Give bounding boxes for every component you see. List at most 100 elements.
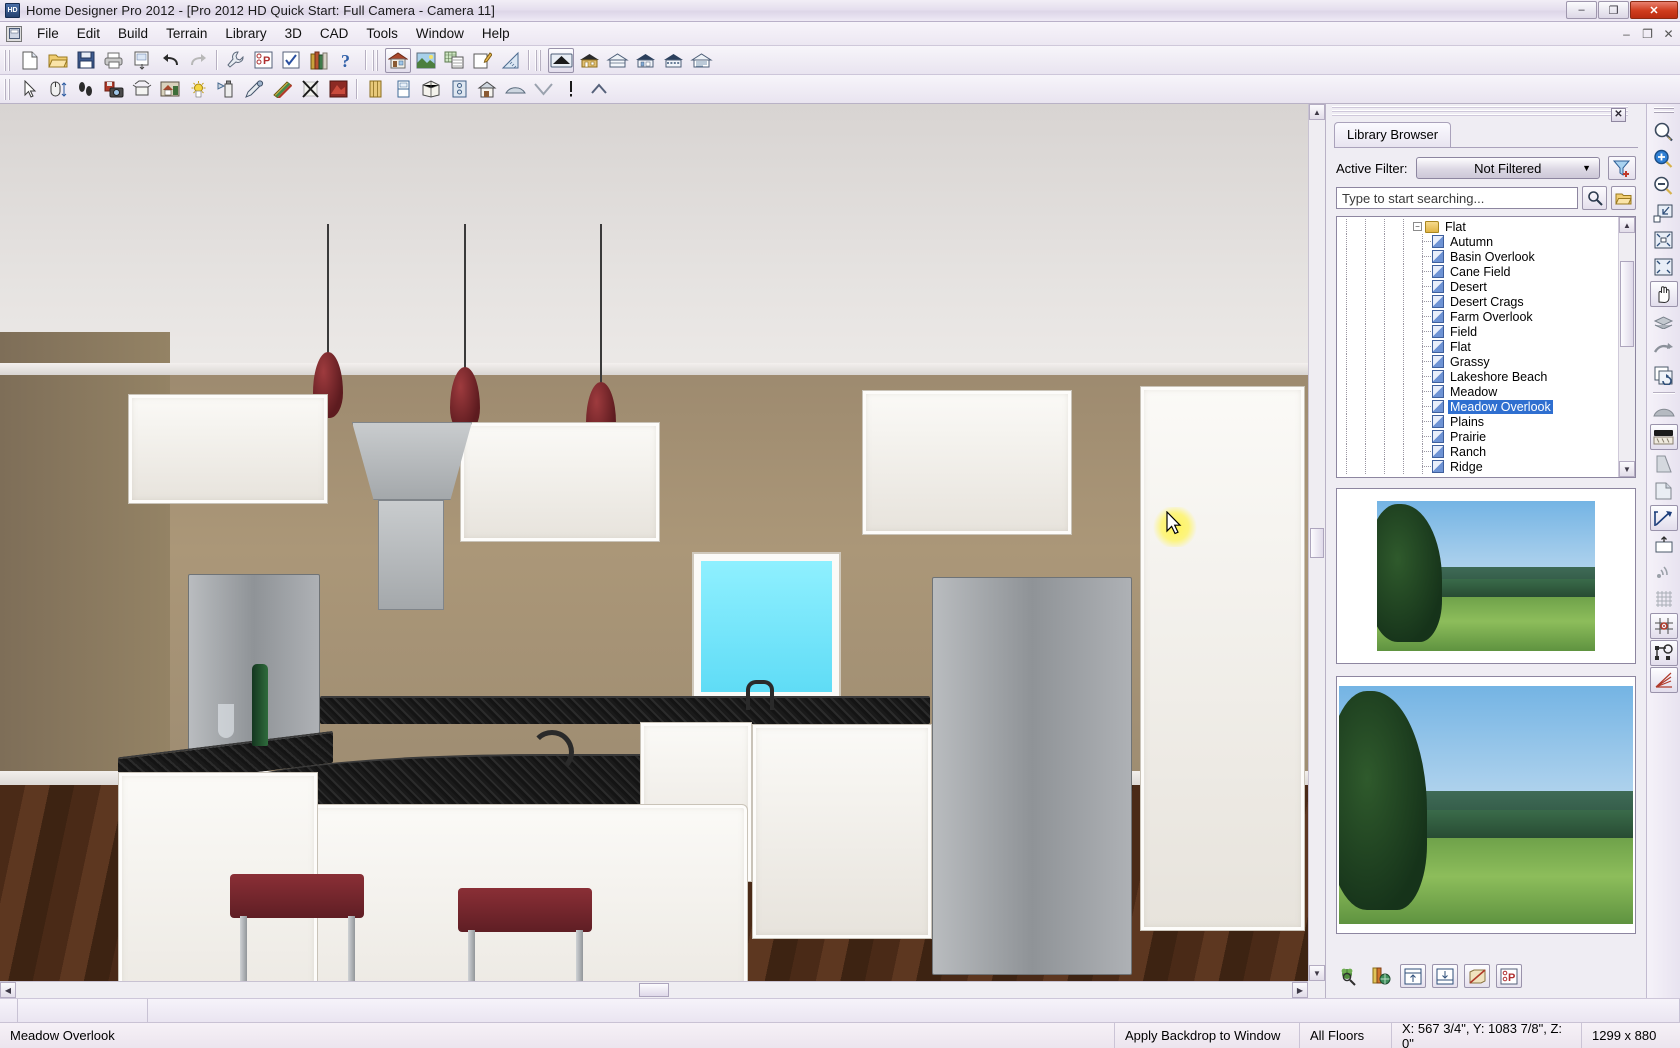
upper-cabinet-center[interactable] [460,422,660,542]
bar-stool-2[interactable] [458,888,592,932]
magnifier-icon[interactable] [1582,186,1607,210]
list-item[interactable]: Meadow [1337,384,1618,399]
floor-two-icon[interactable] [660,48,686,73]
checkbox-icon[interactable] [278,48,304,73]
dimension-arrow-icon[interactable] [1650,505,1678,531]
wall-icon[interactable] [362,77,388,102]
magnifier-plus-icon[interactable] [1650,146,1678,172]
preview-pane-icon[interactable] [1464,964,1490,988]
search-library-icon[interactable] [1336,964,1362,988]
fill-window-building-icon[interactable] [1650,227,1678,253]
print-preview-icon[interactable] [129,48,155,73]
magnifier-minus-icon[interactable] [1650,173,1678,199]
tree-node-flat-folder[interactable]: − Flat [1337,219,1618,234]
camera-save-icon[interactable] [101,77,127,102]
collapse-expander[interactable]: − [1413,222,1422,231]
light-box-icon[interactable] [129,77,155,102]
list-item[interactable]: Ranch [1337,444,1618,459]
list-item[interactable]: Basin Overlook [1337,249,1618,264]
list-item[interactable]: Ridge [1337,459,1618,474]
scroll-down-arrow[interactable]: ▼ [1309,965,1325,981]
menu-window[interactable]: Window [407,23,473,44]
menu-help[interactable]: Help [473,23,519,44]
object-properties-icon[interactable]: P [1496,964,1522,988]
menu-tools[interactable]: Tools [357,23,407,44]
mdi-restore-button[interactable]: ❐ [1639,26,1656,41]
horizontal-scroll-thumb[interactable] [639,983,669,997]
roof-gray-icon[interactable] [1650,397,1678,423]
spreadsheet-icon[interactable] [441,48,467,73]
floppy-disk-icon[interactable] [73,48,99,73]
delete-x-icon[interactable] [297,77,323,102]
grid-icon[interactable] [1650,586,1678,612]
refrigerator[interactable] [932,577,1132,975]
secondary-toolbar-grip[interactable] [4,79,12,100]
list-item[interactable]: Autumn [1337,234,1618,249]
printer-icon[interactable] [101,48,127,73]
notepad-pencil-icon[interactable] [469,48,495,73]
object-snap-icon[interactable] [1650,640,1678,666]
outlet-icon[interactable] [474,77,500,102]
zoom-extents-icon[interactable] [1650,254,1678,280]
tree-scroll-thumb[interactable] [1620,261,1634,347]
funnel-add-icon[interactable] [1608,156,1636,180]
library-panel-gripper[interactable]: ✕ [1332,106,1628,118]
bar-stool-1[interactable] [230,874,364,918]
house-foundation-icon[interactable] [576,48,602,73]
list-item[interactable]: Flat [1337,339,1618,354]
back-countertop[interactable] [320,696,930,724]
scroll-right-arrow[interactable]: ▶ [1292,982,1308,998]
menu-file[interactable]: File [28,23,68,44]
menu-build[interactable]: Build [109,23,157,44]
edit-toolbar-cell-3[interactable] [148,999,1680,1023]
new-document-icon[interactable] [17,48,43,73]
question-mark-icon[interactable]: ? [334,48,360,73]
toolbar-grip-2[interactable] [372,50,380,71]
floor-one-icon[interactable] [632,48,658,73]
mdi-close-button[interactable]: ✕ [1660,26,1677,41]
mdi-minimize-button[interactable]: – [1618,26,1635,41]
tall-pantry-cabinet[interactable] [1140,386,1305,931]
list-item[interactable]: Desert [1337,279,1618,294]
sink-faucet[interactable] [746,680,774,710]
magnifier-icon[interactable] [1650,119,1678,145]
swap-arrow-icon[interactable] [1650,335,1678,361]
list-item[interactable]: Grassy [1337,354,1618,369]
reference-list-icon[interactable] [688,48,714,73]
list-item[interactable]: Plains [1337,414,1618,429]
attic-icon[interactable] [604,48,630,73]
open-folder-icon[interactable] [45,48,71,73]
roof-dark-icon[interactable] [548,48,574,73]
viewport-vertical-scrollbar[interactable]: ▲ ▼ [1308,104,1325,981]
menu-cad[interactable]: CAD [311,23,358,44]
list-item[interactable]: Desert Crags [1337,294,1618,309]
base-cabinet-run[interactable] [752,724,932,939]
eyedropper-icon[interactable] [241,77,267,102]
undo-arrow-icon[interactable] [157,48,183,73]
tab-library-browser[interactable]: Library Browser [1334,122,1451,147]
layers-icon[interactable] [1650,308,1678,334]
mouse-orbit-icon[interactable] [45,77,71,102]
toolbar-grip[interactable] [4,50,12,71]
search-input[interactable]: Type to start searching... [1336,187,1578,209]
wrench-icon[interactable] [222,48,248,73]
upper-cabinet-right[interactable] [862,390,1072,535]
plan-defaults-icon[interactable]: P [250,48,276,73]
minimize-button[interactable]: – [1566,1,1597,19]
list-item[interactable]: Lakeshore Beach [1337,369,1618,384]
door-icon[interactable] [390,77,416,102]
active-filter-select[interactable]: Not Filtered ▼ [1416,157,1600,179]
caret-up-icon[interactable] [586,77,612,102]
list-item[interactable]: Field [1337,324,1618,339]
roof-chevron-icon[interactable] [530,77,556,102]
vtoolbar-grip[interactable] [1654,107,1674,115]
sun-icon[interactable] [185,77,211,102]
vertical-scroll-thumb[interactable] [1310,528,1324,558]
panel-bottom-icon[interactable] [1432,964,1458,988]
wall-gray-icon[interactable] [1650,451,1678,477]
landscape-photo-icon[interactable] [413,48,439,73]
refresh-icon[interactable] [1650,362,1678,388]
library-tree[interactable]: − Flat Autumn Basin Overlook Cane Field … [1336,216,1636,478]
fill-window-icon[interactable] [1650,200,1678,226]
arrow-pointer-icon[interactable] [17,77,43,102]
